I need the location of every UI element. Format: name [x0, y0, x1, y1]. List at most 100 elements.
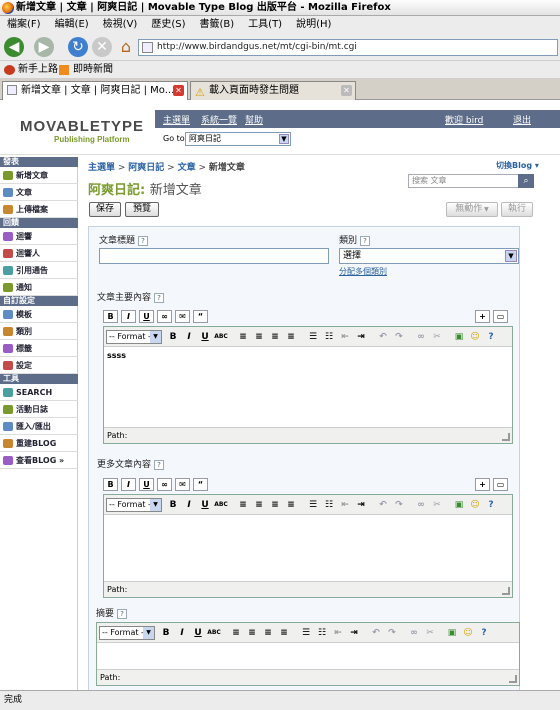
redo-icon[interactable]: ↷: [385, 626, 399, 640]
menu-bookmarks[interactable]: 書籤(B): [193, 16, 242, 33]
link-icon[interactable]: ∞: [414, 330, 428, 344]
resize-grip-icon[interactable]: [502, 587, 510, 595]
undo-icon[interactable]: ↶: [369, 626, 383, 640]
align-center-icon[interactable]: ≡: [245, 626, 259, 640]
strikethrough-icon[interactable]: ABC: [207, 626, 221, 640]
sidebar-item[interactable]: 類別: [0, 323, 78, 340]
reload-icon[interactable]: ↻: [68, 37, 88, 57]
italic-icon[interactable]: I: [121, 478, 136, 491]
toggle-editor-icon[interactable]: ▭: [493, 478, 508, 491]
image-icon[interactable]: ▣: [452, 330, 466, 344]
link-system-overview[interactable]: 系統一覽: [201, 113, 237, 126]
help-icon[interactable]: ?: [484, 330, 498, 344]
outdent-icon[interactable]: ⇤: [331, 626, 345, 640]
sidebar-item[interactable]: SEARCH: [0, 384, 78, 401]
bullet-list-icon[interactable]: ☰: [306, 330, 320, 344]
sidebar-item[interactable]: 文章: [0, 184, 78, 201]
email-icon[interactable]: ✉: [175, 310, 190, 323]
align-right-icon[interactable]: ≡: [261, 626, 275, 640]
link-main-menu[interactable]: 主選單: [163, 113, 190, 126]
assign-categories-link[interactable]: 分配多個類別: [339, 266, 387, 278]
align-right-icon[interactable]: ≡: [268, 498, 282, 512]
numbered-list-icon[interactable]: ☷: [322, 498, 336, 512]
help-icon[interactable]: ?: [154, 459, 165, 470]
goto-select[interactable]: 阿爽日記 ▼: [185, 132, 291, 146]
justify-icon[interactable]: ≡: [277, 626, 291, 640]
align-left-icon[interactable]: ≡: [229, 626, 243, 640]
switch-blog-link[interactable]: 切換Blog ▾: [496, 160, 539, 171]
emoticon-icon[interactable]: ☺: [468, 330, 482, 344]
expand-icon[interactable]: +: [475, 478, 490, 491]
link-welcome-user[interactable]: 歡迎 bird: [445, 113, 483, 126]
bold-icon[interactable]: B: [103, 310, 118, 323]
sidebar-item[interactable]: 匯入/匯出: [0, 418, 78, 435]
search-input[interactable]: 搜索 文章: [408, 174, 534, 188]
outdent-icon[interactable]: ⇤: [338, 498, 352, 512]
run-button[interactable]: 執行: [501, 202, 533, 217]
quote-icon[interactable]: “: [193, 478, 208, 491]
unlink-icon[interactable]: ✂: [423, 626, 437, 640]
help-icon[interactable]: ?: [117, 608, 128, 619]
menu-edit[interactable]: 編輯(E): [48, 16, 96, 33]
toggle-editor-icon[interactable]: ▭: [493, 310, 508, 323]
align-center-icon[interactable]: ≡: [252, 330, 266, 344]
excerpt-editor[interactable]: -- Format -- ▼ B I U ABC ≡ ≡ ≡ ≡ ☰ ☷ ⇤ ⇥ …: [96, 622, 520, 686]
action-select[interactable]: 無動作 ▼: [446, 202, 498, 217]
underline-icon[interactable]: U: [139, 310, 154, 323]
italic-icon[interactable]: I: [182, 330, 196, 344]
save-button[interactable]: 保存: [89, 202, 121, 217]
underline-icon[interactable]: U: [191, 626, 205, 640]
preview-button[interactable]: 預覽: [125, 202, 159, 217]
forward-icon[interactable]: ▶: [34, 37, 54, 57]
sidebar-item[interactable]: 查看BLOG »: [0, 452, 78, 469]
sidebar-item[interactable]: 上傳檔案: [0, 201, 78, 218]
expand-icon[interactable]: +: [475, 310, 490, 323]
underline-icon[interactable]: U: [139, 478, 154, 491]
close-tab-icon[interactable]: ✕: [341, 85, 352, 96]
sidebar-item[interactable]: 活動日誌: [0, 401, 78, 418]
format-select[interactable]: -- Format -- ▼: [99, 626, 155, 640]
numbered-list-icon[interactable]: ☷: [315, 626, 329, 640]
help-icon[interactable]: ?: [138, 235, 149, 246]
tab-active[interactable]: 新增文章 | 文章 | 阿爽日記 | Mo... ✕: [2, 81, 188, 100]
link-icon[interactable]: ∞: [407, 626, 421, 640]
undo-icon[interactable]: ↶: [376, 498, 390, 512]
italic-icon[interactable]: I: [182, 498, 196, 512]
underline-icon[interactable]: U: [198, 498, 212, 512]
help-icon[interactable]: ?: [154, 292, 165, 303]
tab-error[interactable]: ⚠ 載入頁面時發生問題 ✕: [190, 81, 356, 100]
bold-icon[interactable]: B: [166, 330, 180, 344]
format-select[interactable]: -- Format -- ▼: [106, 330, 162, 344]
quote-icon[interactable]: “: [193, 310, 208, 323]
italic-icon[interactable]: I: [121, 310, 136, 323]
resize-grip-icon[interactable]: [502, 433, 510, 441]
breadcrumb-main-menu[interactable]: 主選單: [88, 163, 115, 173]
image-icon[interactable]: ▣: [445, 626, 459, 640]
indent-icon[interactable]: ⇥: [354, 330, 368, 344]
unlink-icon[interactable]: ✂: [430, 330, 444, 344]
bookmark-getting-started[interactable]: 新手上路: [18, 61, 58, 79]
link-icon[interactable]: ∞: [157, 478, 172, 491]
search-icon[interactable]: ⌕: [518, 174, 534, 188]
format-select[interactable]: -- Format -- ▼: [106, 498, 162, 512]
sidebar-item[interactable]: 迴響: [0, 228, 78, 245]
link-help[interactable]: 幫助: [245, 113, 263, 126]
undo-icon[interactable]: ↶: [376, 330, 390, 344]
sidebar-item[interactable]: 設定: [0, 357, 78, 374]
menu-history[interactable]: 歷史(S): [144, 16, 192, 33]
justify-icon[interactable]: ≡: [284, 330, 298, 344]
resize-grip-icon[interactable]: [509, 675, 517, 683]
menu-file[interactable]: 檔案(F): [0, 16, 48, 33]
numbered-list-icon[interactable]: ☷: [322, 330, 336, 344]
back-icon[interactable]: ◀: [4, 37, 24, 57]
redo-icon[interactable]: ↷: [392, 330, 406, 344]
align-center-icon[interactable]: ≡: [252, 498, 266, 512]
bullet-list-icon[interactable]: ☰: [306, 498, 320, 512]
image-icon[interactable]: ▣: [452, 498, 466, 512]
outdent-icon[interactable]: ⇤: [338, 330, 352, 344]
align-left-icon[interactable]: ≡: [236, 330, 250, 344]
category-select[interactable]: 選擇 ▼: [339, 248, 519, 264]
indent-icon[interactable]: ⇥: [354, 498, 368, 512]
sidebar-item[interactable]: 新增文章: [0, 167, 78, 184]
strikethrough-icon[interactable]: ABC: [214, 498, 228, 512]
